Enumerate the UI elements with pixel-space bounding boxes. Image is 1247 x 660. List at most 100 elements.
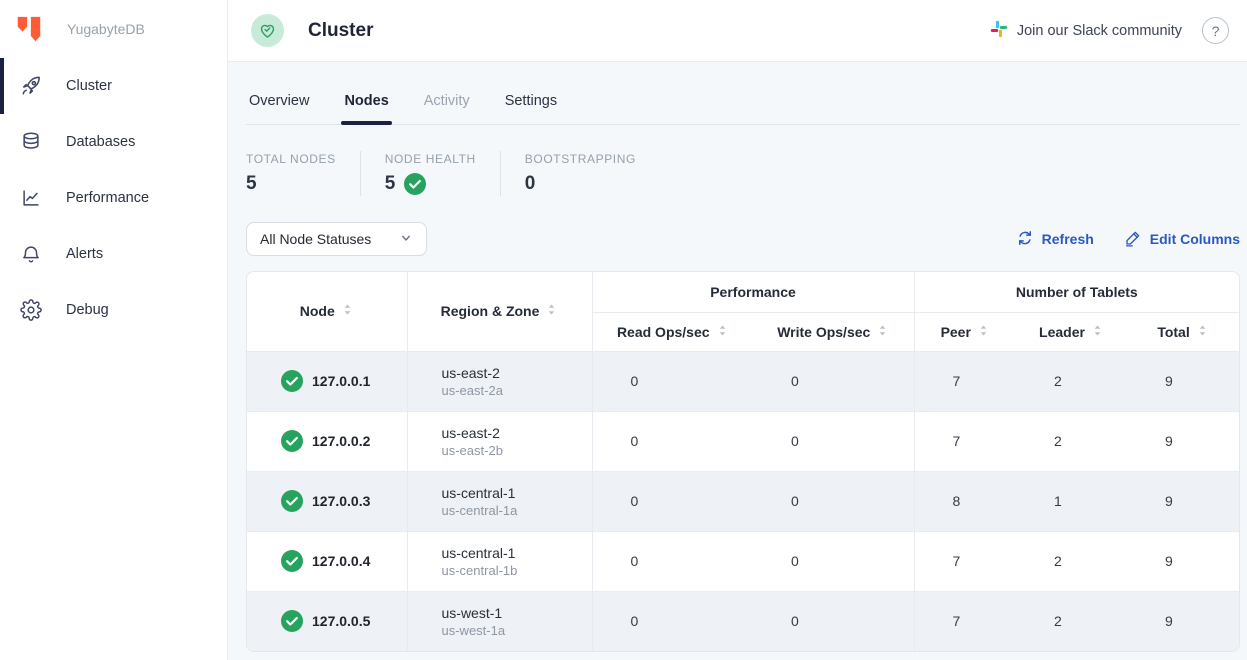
- sort-icon: [1196, 324, 1209, 340]
- sidebar-item-label: Performance: [66, 190, 149, 206]
- stat-value: 5: [385, 173, 396, 195]
- total-tablets-value: 9: [1127, 531, 1239, 591]
- column-header-peer[interactable]: Peer: [914, 312, 1016, 351]
- sidebar-item-alerts[interactable]: Alerts: [0, 226, 227, 282]
- leader-tablets-value: 2: [1016, 411, 1127, 471]
- write-ops-value: 0: [753, 351, 914, 411]
- pencil-icon: [1124, 229, 1142, 250]
- node-ip: 127.0.0.1: [312, 373, 370, 389]
- question-mark-icon: ?: [1212, 23, 1220, 39]
- slack-icon: [990, 20, 1008, 42]
- column-header-node[interactable]: Node: [247, 272, 407, 351]
- sidebar-item-databases[interactable]: Databases: [0, 114, 227, 170]
- line-chart-icon: [19, 187, 42, 210]
- stat-value: 5: [246, 173, 336, 195]
- stat-divider: [360, 151, 361, 196]
- write-ops-value: 0: [753, 411, 914, 471]
- sidebar-item-debug[interactable]: Debug: [0, 282, 227, 338]
- chevron-down-icon: [398, 230, 414, 249]
- sidebar-item-label: Databases: [66, 134, 135, 150]
- column-header-write-ops[interactable]: Write Ops/sec: [753, 312, 914, 351]
- column-header-read-ops[interactable]: Read Ops/sec: [592, 312, 753, 351]
- table-row[interactable]: 127.0.0.5 us-west-1us-west-1a 0 0 7 2 9: [247, 591, 1239, 651]
- sidebar-item-label: Cluster: [66, 78, 112, 94]
- table-controls: All Node Statuses: [246, 222, 1240, 256]
- sort-icon: [545, 303, 558, 319]
- edit-columns-label: Edit Columns: [1150, 231, 1240, 247]
- sidebar-nav: Cluster Databases Performance: [0, 58, 227, 338]
- peer-tablets-value: 7: [914, 351, 1016, 411]
- column-group-tablets: Number of Tablets: [914, 272, 1239, 312]
- node-ip: 127.0.0.2: [312, 433, 370, 449]
- stat-divider: [500, 151, 501, 196]
- table-row[interactable]: 127.0.0.4 us-central-1us-central-1b 0 0 …: [247, 531, 1239, 591]
- rocket-icon: [19, 75, 42, 98]
- total-tablets-value: 9: [1127, 591, 1239, 651]
- sidebar-item-performance[interactable]: Performance: [0, 170, 227, 226]
- tab-activity[interactable]: Activity: [421, 83, 473, 124]
- node-ip: 127.0.0.5: [312, 613, 370, 629]
- edit-columns-button[interactable]: Edit Columns: [1124, 229, 1240, 250]
- app-logo: YugabyteDB: [0, 0, 227, 58]
- join-slack-label: Join our Slack community: [1017, 23, 1182, 39]
- tab-bar: Overview Nodes Activity Settings: [246, 83, 1240, 125]
- stat-label: TOTAL NODES: [246, 152, 336, 166]
- page-title: Cluster: [308, 20, 373, 42]
- table-row[interactable]: 127.0.0.3 us-central-1us-central-1a 0 0 …: [247, 471, 1239, 531]
- gear-icon: [19, 299, 42, 322]
- node-region: us-west-1: [442, 605, 592, 621]
- tab-overview[interactable]: Overview: [246, 83, 312, 124]
- sidebar-item-cluster[interactable]: Cluster: [0, 58, 227, 114]
- sort-icon: [716, 324, 729, 340]
- node-ip: 127.0.0.4: [312, 553, 370, 569]
- read-ops-value: 0: [592, 531, 753, 591]
- read-ops-value: 0: [592, 471, 753, 531]
- heart-check-icon: [258, 21, 277, 40]
- sort-icon: [341, 303, 354, 319]
- total-tablets-value: 9: [1127, 351, 1239, 411]
- column-header-leader[interactable]: Leader: [1016, 312, 1127, 351]
- sidebar: YugabyteDB Cluster: [0, 0, 228, 660]
- column-header-region-zone[interactable]: Region & Zone: [407, 272, 592, 351]
- node-healthy-icon: [281, 610, 303, 632]
- read-ops-value: 0: [592, 351, 753, 411]
- node-healthy-icon: [281, 430, 303, 452]
- refresh-label: Refresh: [1042, 231, 1094, 247]
- node-status-filter-select[interactable]: All Node Statuses: [246, 222, 427, 256]
- sidebar-item-label: Debug: [66, 302, 109, 318]
- join-slack-link[interactable]: Join our Slack community: [990, 20, 1182, 42]
- stat-bootstrapping: BOOTSTRAPPING 0: [525, 152, 636, 195]
- node-stats: TOTAL NODES 5 NODE HEALTH 5: [246, 151, 1240, 196]
- node-healthy-icon: [281, 550, 303, 572]
- node-healthy-icon: [281, 490, 303, 512]
- yugabytedb-logo-icon: [13, 14, 44, 45]
- refresh-button[interactable]: Refresh: [1016, 229, 1094, 250]
- cluster-health-avatar: [251, 14, 284, 47]
- node-zone: us-central-1b: [442, 563, 592, 578]
- stat-label: BOOTSTRAPPING: [525, 152, 636, 166]
- peer-tablets-value: 7: [914, 411, 1016, 471]
- write-ops-value: 0: [753, 531, 914, 591]
- node-zone: us-east-2a: [442, 383, 592, 398]
- node-zone: us-west-1a: [442, 623, 592, 638]
- stat-node-health: NODE HEALTH 5: [385, 152, 476, 195]
- write-ops-value: 0: [753, 471, 914, 531]
- leader-tablets-value: 2: [1016, 531, 1127, 591]
- tab-nodes[interactable]: Nodes: [341, 83, 391, 124]
- read-ops-value: 0: [592, 591, 753, 651]
- help-button[interactable]: ?: [1202, 17, 1229, 44]
- table-row[interactable]: 127.0.0.2 us-east-2us-east-2b 0 0 7 2 9: [247, 411, 1239, 471]
- sort-icon: [1091, 324, 1104, 340]
- read-ops-value: 0: [592, 411, 753, 471]
- table-row[interactable]: 127.0.0.1 us-east-2us-east-2a 0 0 7 2 9: [247, 351, 1239, 411]
- healthy-check-icon: [404, 173, 426, 195]
- stat-label: NODE HEALTH: [385, 152, 476, 166]
- column-header-total[interactable]: Total: [1127, 312, 1239, 351]
- sort-icon: [876, 324, 889, 340]
- tab-settings[interactable]: Settings: [502, 83, 560, 124]
- total-tablets-value: 9: [1127, 411, 1239, 471]
- stat-value: 0: [525, 173, 636, 195]
- total-tablets-value: 9: [1127, 471, 1239, 531]
- node-region: us-east-2: [442, 365, 592, 381]
- node-zone: us-central-1a: [442, 503, 592, 518]
